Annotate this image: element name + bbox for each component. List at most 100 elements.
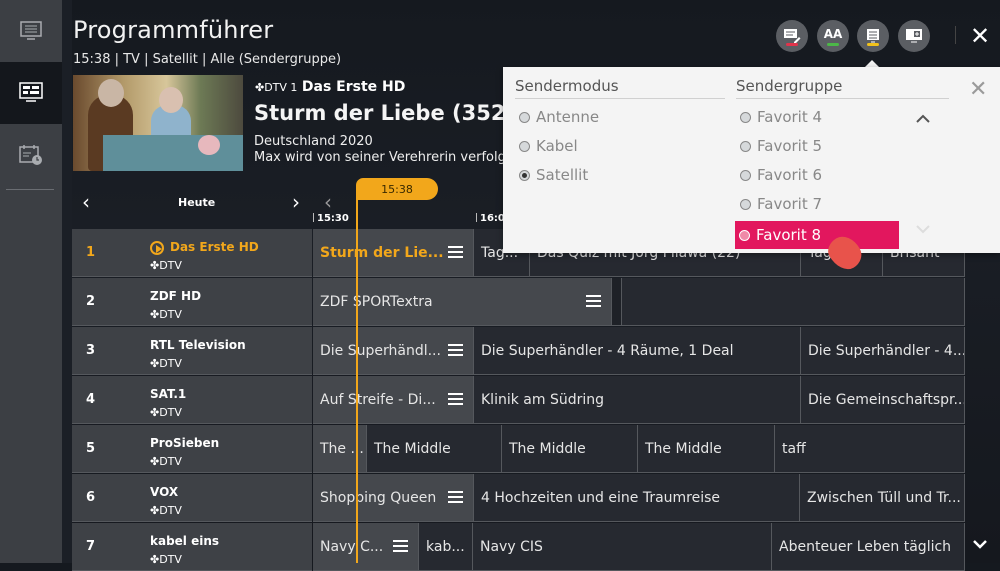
channel-group-button[interactable] (857, 20, 889, 52)
program-cell[interactable]: Auf Streife - Di... (313, 376, 474, 424)
program-cell[interactable]: Die Superhändler - 4... (801, 327, 965, 375)
program-title: The Middle (509, 440, 586, 457)
prev-day-button[interactable]: ‹ (82, 190, 90, 214)
program-title: Auf Streife - Di... (320, 391, 436, 408)
menu-icon[interactable] (448, 393, 463, 405)
next-day-button[interactable]: › (292, 190, 300, 214)
channel-type: ✤DTV (150, 357, 182, 370)
channel-group-popup: Sendermodus Sendergruppe ✕ Antenne Kabel S… (503, 67, 1000, 253)
channel-source: ✤DTV 1 (255, 81, 298, 94)
edit-channels-button[interactable] (776, 20, 808, 52)
channel-name: Das Erste HD (150, 240, 259, 255)
status-subtitle: 15:38 | TV | Satellit | Alle (Sendergrup… (73, 52, 342, 67)
current-time-marker: 15:38 (356, 178, 438, 200)
program-cell[interactable] (622, 278, 965, 326)
sendergruppe-option[interactable]: Favorit 6 (740, 166, 822, 184)
prev-time-button[interactable]: ‹ (324, 190, 332, 214)
close-guide-button[interactable]: ✕ (970, 22, 990, 50)
channel-name-text: ProSieben (150, 436, 220, 450)
program-title: Die Superhändler - 4... (808, 342, 965, 359)
sendermodus-option[interactable]: Antenne (519, 108, 599, 126)
channel-type: ✤DTV (150, 504, 182, 517)
program-cell[interactable]: taff (775, 425, 965, 473)
program-cell[interactable]: Die Gemeinschaftspr... (801, 376, 965, 424)
group-scroll-down-button[interactable] (915, 219, 931, 238)
program-cell[interactable]: The Middle (638, 425, 775, 473)
text-size-button[interactable]: AA (817, 20, 849, 52)
program-cell[interactable]: Die Superhändler - 4 Räume, 1 Deal (474, 327, 801, 375)
program-cell[interactable]: 4 Hochzeiten und eine Traumreise (474, 474, 800, 522)
guide-grid-icon (19, 82, 43, 102)
menu-icon[interactable] (448, 246, 463, 258)
channel-cell[interactable]: 6 VOX ✤DTV (72, 474, 312, 522)
popup-close-button[interactable]: ✕ (969, 77, 987, 102)
program-cell[interactable]: kab... (419, 523, 473, 571)
sendermodus-option[interactable]: Satellit (519, 166, 588, 184)
sendergruppe-heading: Sendergruppe (736, 77, 949, 99)
tv-list-icon (20, 21, 42, 40)
menu-icon[interactable] (393, 540, 408, 552)
channel-cell[interactable]: 4 SAT.1 ✤DTV (72, 376, 312, 424)
current-time-line (356, 196, 358, 563)
program-cell[interactable]: Zwischen Tüll und Tr... (800, 474, 965, 522)
program-title: Die Superhändler - 4 Räume, 1 Deal (481, 342, 734, 359)
channel-cell[interactable]: 7 kabel eins ✤DTV (72, 523, 312, 571)
program-cell[interactable]: The Middle (367, 425, 502, 473)
channel-cell[interactable]: 1 Das Erste HD ✤DTV (72, 229, 312, 277)
sendergruppe-option[interactable]: Favorit 8 (735, 221, 899, 249)
program-cell[interactable] (612, 278, 622, 326)
program-grid: 1 Das Erste HD ✤DTV Sturm der Lie... Tag..… (72, 229, 965, 571)
sendergruppe-option[interactable]: Favorit 5 (740, 137, 822, 155)
sendergruppe-option[interactable]: Favorit 7 (740, 195, 822, 213)
channel-name: kabel eins (150, 534, 219, 548)
current-channel-line: ✤DTV 1 Das Erste HD (255, 79, 405, 95)
channel-name-text: VOX (150, 485, 179, 499)
sidebar-item-schedule[interactable] (0, 124, 62, 186)
program-cell[interactable]: Die Superhändl... (313, 327, 474, 375)
sidebar-edge (62, 0, 72, 563)
program-cell[interactable]: Klinik am Südring (474, 376, 801, 424)
time-tick: 15:30 (313, 213, 349, 224)
sendergruppe-option[interactable]: Favorit 4 (740, 108, 822, 126)
scroll-down-button[interactable] (972, 534, 988, 553)
toolbar-divider (955, 26, 956, 44)
program-cell[interactable]: Shopping Queen (313, 474, 474, 522)
program-cell[interactable]: Abenteuer Leben täglich (772, 523, 965, 571)
pip-button[interactable] (898, 20, 930, 52)
radio-icon (740, 169, 751, 181)
channel-cell[interactable]: 2 ZDF HD ✤DTV (72, 278, 312, 326)
channel-cell[interactable]: 5 ProSieben ✤DTV (72, 425, 312, 473)
program-cell[interactable]: Navy CIS (473, 523, 772, 571)
program-preview-thumbnail[interactable] (73, 75, 243, 171)
program-title: Zwischen Tüll und Tr... (807, 489, 961, 506)
play-icon (150, 241, 164, 255)
program-title: Navy C... (320, 538, 384, 555)
program-title: Klinik am Südring (481, 391, 604, 408)
program-cell[interactable]: Sturm der Lie... (313, 229, 474, 277)
current-program-description: Max wird von seiner Verehrerin verfolgt.… (254, 150, 504, 165)
sidebar-item-guide[interactable] (0, 62, 62, 124)
program-cell[interactable]: The Middle (502, 425, 638, 473)
radio-icon (740, 140, 751, 152)
channel-number: 2 (86, 294, 96, 309)
group-scroll-up-button[interactable] (915, 109, 931, 128)
menu-icon[interactable] (586, 295, 601, 307)
sidebar-divider (6, 189, 54, 190)
channel-type: ✤DTV (150, 553, 182, 566)
program-cell[interactable]: Navy C... (313, 523, 419, 571)
sendermodus-option[interactable]: Kabel (519, 137, 578, 155)
channel-name-text: kabel eins (150, 534, 220, 548)
current-channel-name: Das Erste HD (301, 79, 406, 95)
channel-cell[interactable]: 3 RTL Television ✤DTV (72, 327, 312, 375)
menu-icon[interactable] (448, 344, 463, 356)
channel-type: ✤DTV (150, 455, 182, 468)
edit-channels-icon (784, 29, 801, 44)
option-label: Favorit 6 (757, 166, 823, 184)
sidebar-item-tv-list[interactable] (0, 0, 62, 62)
channel-name-text: ZDF HD (150, 289, 202, 303)
channel-name: VOX (150, 485, 178, 499)
channel-type: ✤DTV (150, 406, 182, 419)
program-cell[interactable]: The ... (313, 425, 367, 473)
channel-row: 4 SAT.1 ✤DTV Auf Streife - Di... Klinik am… (72, 376, 965, 424)
menu-icon[interactable] (448, 491, 463, 503)
